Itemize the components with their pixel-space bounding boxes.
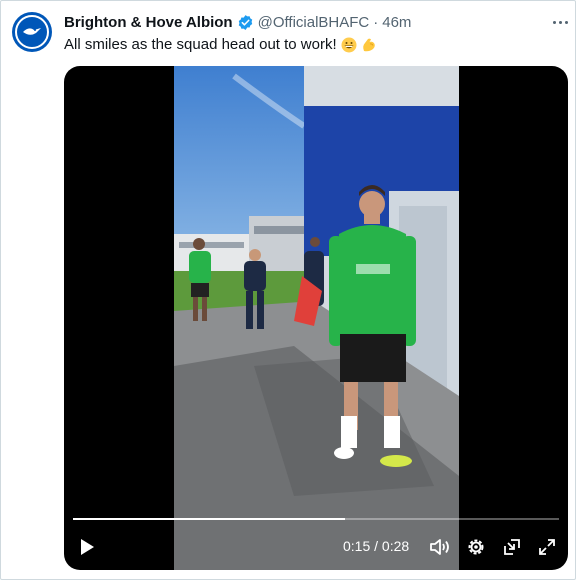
flexed-biceps-icon xyxy=(362,38,375,52)
tweet-header: Brighton & Hove Albion @OfficialBHAFC · … xyxy=(64,12,411,32)
grinning-face-icon xyxy=(341,37,357,53)
duration: 0:28 xyxy=(381,538,410,554)
tweet-text: All smiles as the squad head out to work… xyxy=(64,36,337,53)
separator-dot: · xyxy=(373,13,379,31)
timestamp[interactable]: 46m xyxy=(382,14,411,31)
verified-badge-icon xyxy=(238,14,252,30)
volume-icon[interactable] xyxy=(428,534,452,560)
handle[interactable]: @OfficialBHAFC xyxy=(258,14,370,31)
progress-track[interactable] xyxy=(73,518,559,520)
progress-fill xyxy=(73,518,346,520)
club-crest-icon xyxy=(15,15,49,49)
time-separator: / xyxy=(374,538,379,554)
video-frame xyxy=(174,66,459,570)
pip-icon[interactable] xyxy=(500,534,524,560)
tweet-text-row: All smiles as the squad head out to work… xyxy=(64,35,377,55)
avatar[interactable] xyxy=(12,12,52,52)
timecode: 0:15 / 0:28 xyxy=(343,538,409,554)
video-player[interactable]: 0:15 / 0:28 xyxy=(64,66,568,570)
play-icon[interactable] xyxy=(76,534,98,560)
more-options-icon[interactable] xyxy=(549,13,571,31)
fullscreen-icon[interactable] xyxy=(535,534,559,560)
current-time: 0:15 xyxy=(343,538,371,554)
display-name[interactable]: Brighton & Hove Albion xyxy=(64,14,233,31)
settings-icon[interactable] xyxy=(464,534,488,560)
